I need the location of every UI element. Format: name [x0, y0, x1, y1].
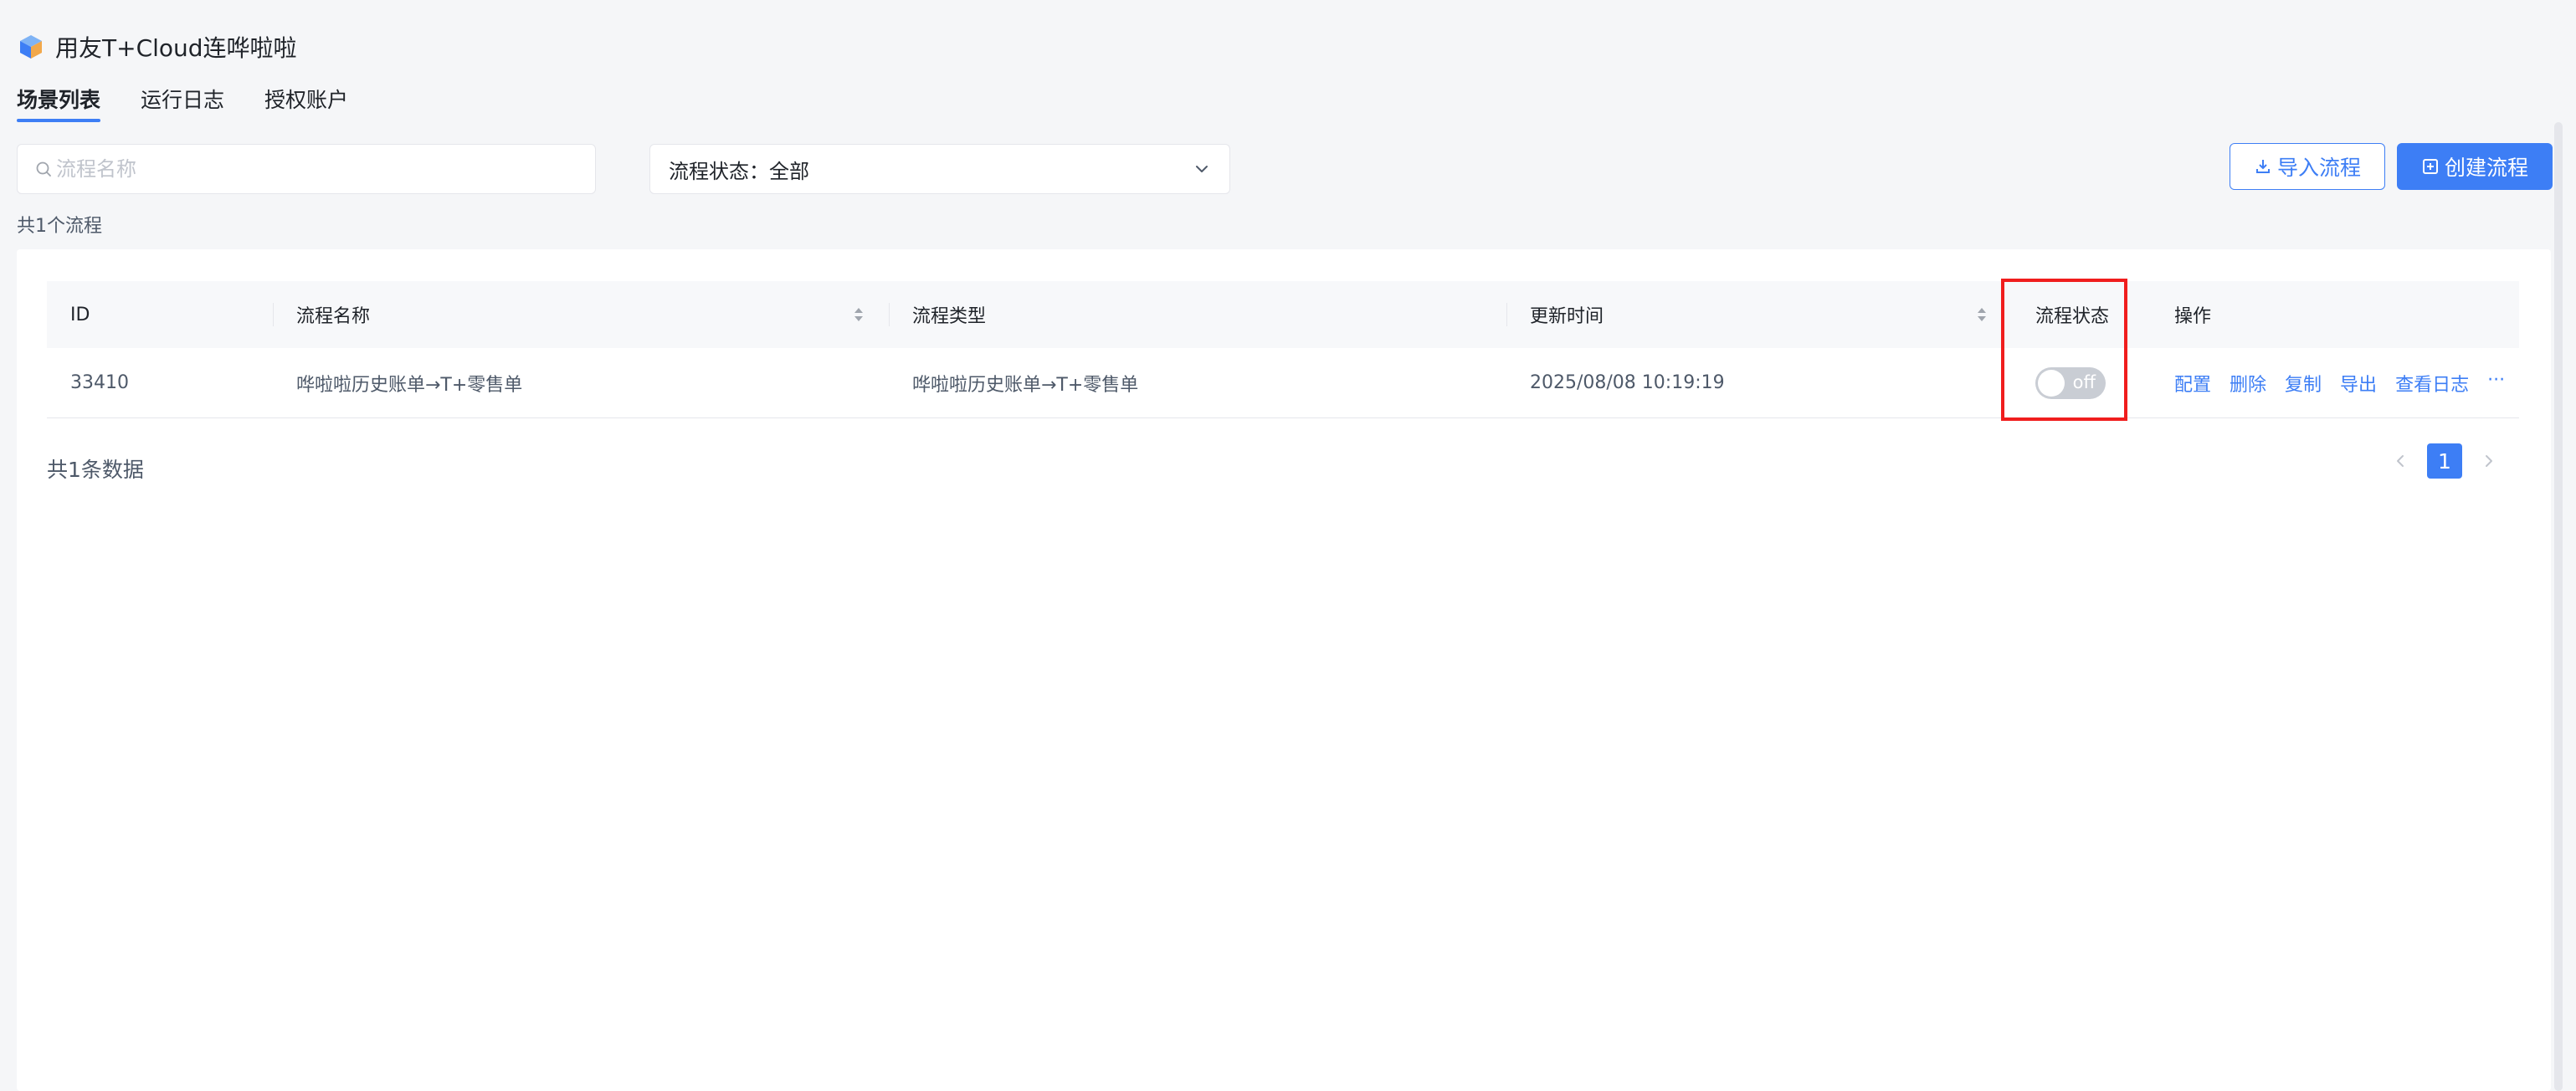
download-icon	[2255, 160, 2270, 173]
prev-page-button[interactable]	[2390, 451, 2410, 471]
toggle-state-text: off	[2072, 371, 2096, 392]
sort-icon[interactable]	[852, 305, 865, 325]
page: 用友T+Cloud连哗啦啦 场景列表 运行日志 授权账户 流程状态：全部 导入流…	[0, 0, 2576, 1091]
cube-logo-icon	[20, 35, 42, 59]
header-ops: 操作	[2151, 281, 2519, 348]
app-title: 用友T+Cloud连哗啦啦	[55, 34, 297, 62]
table-row: 33410 哗啦啦历史账单→T+零售单 哗啦啦历史账单→T+零售单 2025/0…	[47, 348, 2519, 418]
header-type: 流程类型	[889, 281, 1506, 348]
create-flow-button[interactable]: 创建流程	[2397, 143, 2553, 190]
sort-icon[interactable]	[1975, 305, 1988, 325]
export-link[interactable]: 导出	[2340, 370, 2377, 397]
header-updated-label: 更新时间	[1530, 306, 1604, 327]
cell-updated: 2025/08/08 10:19:19	[1530, 372, 1725, 393]
cell-type: 哗啦啦历史账单→T+零售单	[912, 374, 1139, 396]
header-id: ID	[47, 281, 273, 348]
flow-table: ID 流程名称 流程类型 更新时间 流程状态 操作 33410 哗啦啦历史账单→…	[47, 281, 2519, 418]
column-divider	[889, 303, 890, 326]
view-log-link[interactable]: 查看日志	[2395, 370, 2469, 397]
delete-link[interactable]: 删除	[2230, 370, 2266, 397]
total-flows-count: 共1个流程	[17, 216, 102, 237]
next-page-button[interactable]	[2479, 451, 2499, 471]
header-status-label: 流程状态	[2035, 306, 2110, 327]
import-flow-button[interactable]: 导入流程	[2230, 143, 2385, 190]
chevron-right-icon	[2486, 455, 2492, 467]
page-number-current[interactable]: 1	[2427, 443, 2462, 479]
tab-bar: 场景列表 运行日志 授权账户	[17, 79, 348, 122]
total-rows-count: 共1条数据	[47, 458, 144, 482]
search-icon	[36, 161, 51, 177]
flow-name-search-input[interactable]	[56, 157, 558, 181]
flow-status-select-value: 流程状态：全部	[669, 159, 809, 183]
column-divider	[273, 303, 274, 326]
create-flow-label: 创建流程	[2444, 156, 2528, 180]
header-ops-label: 操作	[2174, 306, 2212, 327]
tab-run-log[interactable]: 运行日志	[141, 79, 224, 122]
flow-status-toggle[interactable]: off	[2035, 366, 2106, 399]
app-header: 用友T+Cloud连哗啦啦	[17, 25, 297, 69]
plus-square-icon	[2422, 159, 2438, 174]
table-header: ID 流程名称 流程类型 更新时间 流程状态 操作	[47, 281, 2519, 348]
header-id-label: ID	[70, 304, 90, 325]
flow-status-select[interactable]: 流程状态：全部	[649, 144, 1230, 194]
vertical-scrollbar[interactable]	[2554, 122, 2563, 1091]
header-updated[interactable]: 更新时间	[1506, 281, 2012, 348]
more-actions-link[interactable]: ···	[2487, 370, 2505, 397]
tab-auth-accounts[interactable]: 授权账户	[264, 79, 348, 122]
copy-link[interactable]: 复制	[2285, 370, 2322, 397]
cell-id: 33410	[70, 372, 129, 393]
configure-link[interactable]: 配置	[2174, 370, 2211, 397]
toggle-knob	[2038, 369, 2065, 397]
column-divider	[1506, 303, 1507, 326]
chevron-down-icon	[1196, 166, 1208, 172]
header-type-label: 流程类型	[912, 306, 987, 327]
header-name-label: 流程名称	[296, 306, 371, 327]
pagination: 1	[2390, 443, 2499, 479]
header-status: 流程状态	[2012, 281, 2151, 348]
row-actions: 配置 删除 复制 导出 查看日志 ···	[2174, 370, 2505, 397]
search-box[interactable]	[17, 144, 596, 194]
tab-scene-list[interactable]: 场景列表	[17, 79, 101, 122]
header-name[interactable]: 流程名称	[273, 281, 889, 348]
chevron-left-icon	[2397, 455, 2404, 467]
cell-name: 哗啦啦历史账单→T+零售单	[296, 374, 523, 396]
import-flow-label: 导入流程	[2276, 156, 2361, 180]
cell-status: off	[2012, 348, 2151, 417]
cell-ops: 配置 删除 复制 导出 查看日志 ···	[2151, 348, 2519, 417]
